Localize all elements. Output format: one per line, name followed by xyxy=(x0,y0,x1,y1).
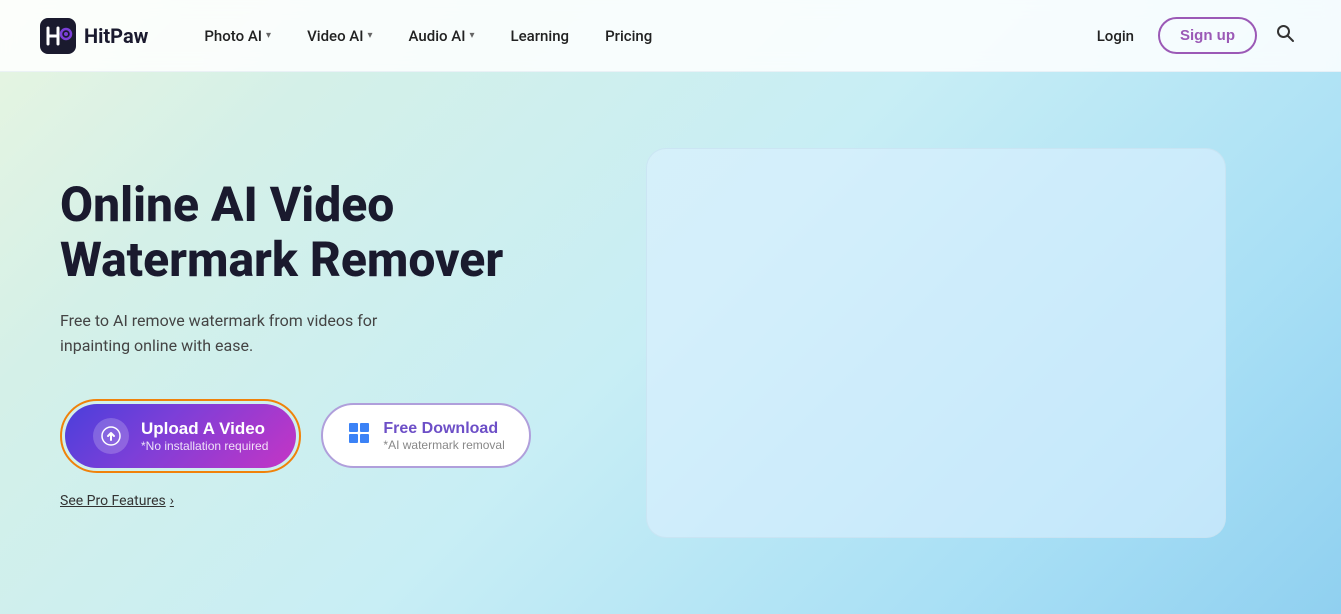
see-pro-features-link[interactable]: See Pro Features › xyxy=(60,493,531,509)
upload-button-label: Upload A Video xyxy=(141,419,265,439)
download-button-label: Free Download xyxy=(383,419,498,438)
download-button-sublabel: *AI watermark removal xyxy=(383,438,504,452)
chevron-down-icon: ▾ xyxy=(266,30,271,41)
main-nav: Photo AI ▾ Video AI ▾ Audio AI ▾ Learnin… xyxy=(188,19,1084,53)
nav-item-video-ai[interactable]: Video AI ▾ xyxy=(291,19,388,53)
chevron-down-icon: ▾ xyxy=(469,30,474,41)
nav-item-photo-ai[interactable]: Photo AI ▾ xyxy=(188,19,287,53)
windows-icon xyxy=(347,421,371,451)
nav-right: Login Sign up xyxy=(1085,17,1301,54)
nav-item-audio-ai[interactable]: Audio AI ▾ xyxy=(393,19,491,53)
search-icon[interactable] xyxy=(1269,17,1301,54)
signup-button[interactable]: Sign up xyxy=(1158,17,1257,54)
chevron-right-icon: › xyxy=(170,493,174,509)
upload-icon xyxy=(93,418,129,454)
video-preview-area xyxy=(646,148,1226,538)
upload-button-wrapper: Upload A Video *No installation required xyxy=(60,399,301,473)
nav-item-learning[interactable]: Learning xyxy=(495,19,586,53)
header: HitPaw Photo AI ▾ Video AI ▾ Audio AI ▾ … xyxy=(0,0,1341,72)
main-content: Online AI Video Watermark Remover Free t… xyxy=(0,72,1341,614)
login-button[interactable]: Login xyxy=(1085,19,1146,53)
hero-title: Online AI Video Watermark Remover xyxy=(60,177,531,287)
nav-item-pricing[interactable]: Pricing xyxy=(589,19,668,53)
free-download-button[interactable]: Free Download *AI watermark removal xyxy=(321,403,530,468)
upload-video-button[interactable]: Upload A Video *No installation required xyxy=(65,404,296,468)
cta-row: Upload A Video *No installation required xyxy=(60,399,531,473)
hero-right xyxy=(591,148,1281,538)
hitpaw-logo-icon xyxy=(40,18,76,54)
chevron-down-icon: ▾ xyxy=(368,30,373,41)
hero-left: Online AI Video Watermark Remover Free t… xyxy=(60,177,531,509)
logo-text: HitPaw xyxy=(84,24,148,48)
logo[interactable]: HitPaw xyxy=(40,18,148,54)
upload-button-sublabel: *No installation required xyxy=(141,439,268,453)
hero-subtitle: Free to AI remove watermark from videos … xyxy=(60,308,531,359)
